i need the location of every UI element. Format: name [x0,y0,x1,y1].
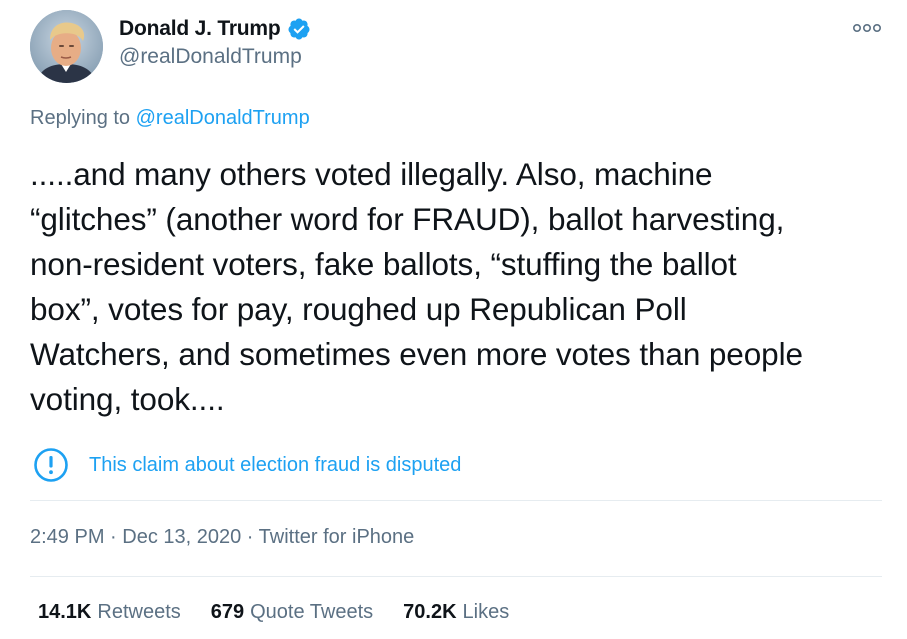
quote-tweets-count: 679 [210,601,245,623]
author-handle[interactable]: @realDonaldTrump [119,45,311,69]
tweet-text: .....and many others voted illegally. Al… [30,156,803,417]
tweet-card: Donald J. Trump @realDonaldTrump Replyin… [0,0,907,639]
divider [30,500,882,501]
disputed-claim-notice[interactable]: This claim about election fraud is dispu… [33,447,461,483]
disputed-claim-link[interactable]: This claim about election fraud is dispu… [89,454,461,477]
meta-separator: · [241,526,259,548]
retweets-stat[interactable]: 14.1K Retweets [38,601,181,624]
likes-stat[interactable]: 70.2K Likes [403,601,509,624]
author-block: Donald J. Trump @realDonaldTrump [119,14,311,69]
tweet-date[interactable]: Dec 13, 2020 [122,526,241,548]
more-options-button[interactable] [851,22,883,34]
author-name[interactable]: Donald J. Trump [119,17,281,41]
exclamation-circle-icon [34,448,68,482]
divider [30,576,882,577]
replying-to-label: Replying to [30,107,136,129]
name-row: Donald J. Trump [119,14,311,44]
avatar[interactable] [30,10,103,83]
retweets-count: 14.1K [38,601,92,623]
tweet-metadata: 2:49 PM · Dec 13, 2020 · Twitter for iPh… [30,526,414,549]
replying-to: Replying to @realDonaldTrump [30,107,310,130]
verified-badge-icon [288,18,310,40]
more-options-icon [853,23,881,33]
quote-tweets-label: Quote Tweets [250,601,374,623]
retweets-label: Retweets [97,601,181,623]
tweet-source[interactable]: Twitter for iPhone [259,526,415,548]
likes-label: Likes [462,601,510,623]
meta-separator: · [104,526,123,548]
reply-mention-link[interactable]: @realDonaldTrump [136,107,310,129]
engagement-stats: 14.1K Retweets 679 Quote Tweets 70.2K Li… [38,601,539,624]
tweet-time[interactable]: 2:49 PM [30,526,104,548]
profile-photo [30,10,103,83]
quote-tweets-stat[interactable]: 679 Quote Tweets [211,601,373,624]
likes-count: 70.2K [403,601,457,623]
